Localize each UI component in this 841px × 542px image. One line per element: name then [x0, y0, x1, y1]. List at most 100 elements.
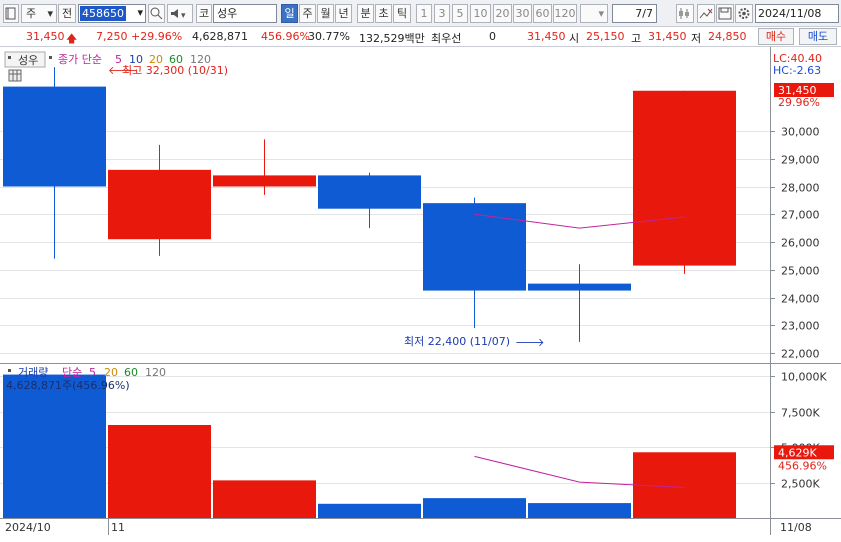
candle-body[interactable]	[633, 90, 736, 266]
toolbar: 주 ▾ 전 458650 ▾ ▾ 코 성우 일 주 월 년 분 초 틱 1 3 5…	[0, 0, 841, 27]
period-day[interactable]: 일	[281, 4, 298, 23]
save-icon[interactable]	[716, 4, 734, 23]
high-label: 고	[631, 32, 642, 45]
high-annotation: 최고 32,300 (10/31)	[122, 64, 228, 77]
volume-ratio: 456.96%	[261, 30, 310, 43]
svg-text:▾: ▾	[181, 11, 186, 21]
volume-tick-label: 7,500K	[781, 407, 820, 420]
candle-body[interactable]	[213, 175, 316, 187]
settings-icon[interactable]	[735, 4, 753, 23]
volume-bar[interactable]	[213, 480, 316, 518]
price-tick-label: 26,000	[781, 237, 820, 250]
last-pct-label: 29.96%	[778, 96, 820, 109]
chevron-down-icon: ▾	[598, 7, 604, 20]
search-icon[interactable]	[148, 4, 165, 23]
buy-button[interactable]: 매수	[758, 28, 794, 45]
chart-type-icon-glyph	[5, 7, 16, 20]
interval-3[interactable]: 3	[434, 4, 450, 23]
grid-table-icon[interactable]	[8, 69, 22, 82]
high-price: 31,450	[648, 30, 687, 43]
pane-handle-icon	[8, 56, 11, 59]
volume-ma-120: 120	[145, 366, 166, 379]
interval-120[interactable]: 120	[553, 4, 577, 23]
date-field[interactable]: 2024/11/08	[755, 4, 839, 23]
price-tick-label: 22,000	[781, 348, 820, 361]
search-icon-glyph	[150, 7, 163, 20]
change-percent: +29.96%	[131, 30, 183, 43]
chevron-down-icon: ▾	[47, 7, 53, 20]
period-year[interactable]: 년	[335, 4, 352, 23]
period-tick[interactable]: 틱	[393, 4, 411, 23]
stock-name-field[interactable]: 성우	[213, 4, 277, 23]
price-tick-label: 23,000	[781, 320, 820, 333]
volume-bar[interactable]	[318, 503, 421, 518]
price-tick-label: 24,000	[781, 293, 820, 306]
price-tick-label: 25,000	[781, 265, 820, 278]
volume-first-bar-label: 4,628,871주(456.96%)	[6, 379, 130, 392]
volume: 4,628,871	[192, 30, 248, 43]
interval-20[interactable]: 20	[493, 4, 512, 23]
sound-icon-glyph: ▾	[171, 9, 186, 21]
price-tick-label: 27,000	[781, 209, 820, 222]
lp-label: 최우선	[431, 32, 462, 45]
interval-30[interactable]: 30	[513, 4, 532, 23]
pane-handle-icon	[49, 56, 52, 59]
price-change: 7,250	[96, 30, 128, 43]
low-label: 저	[691, 32, 702, 45]
volume-bar[interactable]	[3, 374, 106, 518]
page-field[interactable]: 7/7	[612, 4, 657, 23]
volume-bar[interactable]	[528, 503, 631, 518]
settings-icon-glyph	[738, 8, 750, 19]
market-select[interactable]: 주 ▾	[21, 4, 57, 23]
sound-icon[interactable]: ▾	[167, 4, 193, 23]
open-price: 25,150	[586, 30, 625, 43]
price-tick-label: 29,000	[781, 154, 820, 167]
volume-bar[interactable]	[108, 424, 211, 518]
volume-tick-label: 10,000K	[781, 371, 827, 384]
low-arrow-icon: 🡒	[515, 336, 545, 349]
interval-5[interactable]: 5	[452, 4, 468, 23]
period-second[interactable]: 초	[375, 4, 392, 23]
line-tool-icon[interactable]	[697, 4, 715, 23]
candle-body[interactable]	[108, 169, 211, 240]
page-total: /7	[642, 7, 653, 20]
stock-chart[interactable]: 22,000 23,000 24,000 25,000 26,000 27,000 28,0…	[0, 47, 841, 542]
candle-body[interactable]	[318, 175, 421, 209]
interval-custom[interactable]: ▾	[580, 4, 608, 23]
price-ma-label: 종가 단순	[58, 53, 102, 66]
volume-pane-label: 거래량	[18, 366, 48, 379]
open-label: 시	[569, 32, 580, 45]
code-type-button[interactable]: 코	[196, 4, 212, 23]
price-tick-label: 30,000	[781, 126, 820, 139]
quote-info-bar: 31,450 🡅 7,250 +29.96% 4,628,871 456.96%…	[0, 27, 841, 47]
sell-button[interactable]: 매도	[799, 28, 837, 45]
market-label: 주	[26, 7, 37, 20]
volume-ma-60: 60	[124, 366, 138, 379]
chevron-down-icon[interactable]: ▾	[137, 6, 143, 19]
lp-value: 0	[489, 30, 496, 43]
price-tick-label: 28,000	[781, 182, 820, 195]
hc-label: HC:-2.63	[773, 64, 821, 77]
current-price: 31,450	[26, 30, 65, 43]
interval-60[interactable]: 60	[533, 4, 552, 23]
period-week[interactable]: 주	[299, 4, 316, 23]
candle-body[interactable]	[3, 86, 106, 187]
x-tick-label: 11/08	[780, 521, 812, 534]
code-input[interactable]: 458650 ▾	[78, 4, 146, 23]
interval-1[interactable]: 1	[416, 4, 432, 23]
interval-10[interactable]: 10	[470, 4, 491, 23]
last-volume-label: 4,629K	[778, 446, 817, 459]
prefix-button[interactable]: 전	[58, 4, 76, 23]
candle-body[interactable]	[528, 283, 631, 291]
pane-handle-icon	[8, 369, 11, 372]
x-tick-label: 2024/10	[5, 521, 51, 534]
code-value: 458650	[80, 6, 126, 21]
volume-tick-label: 2,500K	[781, 478, 820, 491]
volume-bar[interactable]	[423, 498, 526, 518]
chart-type-icon[interactable]	[3, 4, 19, 23]
trade-amount: 132,529백만	[359, 32, 425, 45]
candle-tool-icon[interactable]	[676, 4, 694, 23]
period-month[interactable]: 월	[317, 4, 334, 23]
candle-body[interactable]	[423, 203, 526, 291]
period-minute[interactable]: 분	[357, 4, 374, 23]
